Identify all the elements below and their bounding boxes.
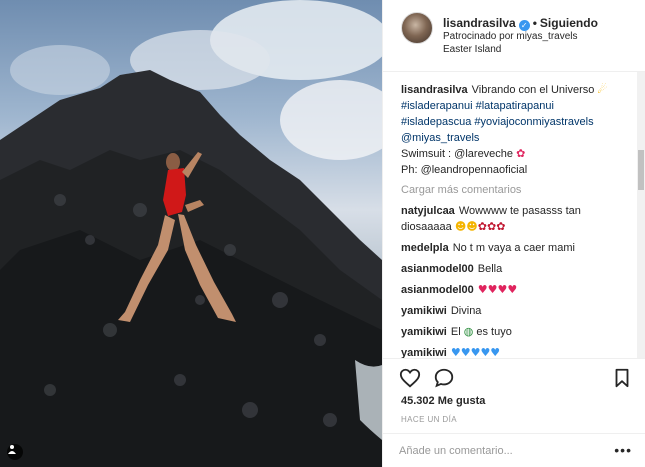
swimsuit-credit: Swimsuit : @lareveche xyxy=(401,148,514,160)
photo-scene xyxy=(0,0,382,467)
verified-badge-icon: ✓ xyxy=(518,20,530,31)
comment-username[interactable]: asianmodel00 xyxy=(401,284,474,296)
post-timestamp: HACE UN DÍA xyxy=(401,415,457,424)
separator-dot: • xyxy=(532,16,537,30)
caption-photo-credit: Ph: @leandropennaoficial xyxy=(401,164,528,176)
post-header: lisandrasilva ✓ • Siguiendo Patrocinado por… xyxy=(383,0,645,72)
comet-icon: ☄ xyxy=(597,83,608,96)
caption-line-1: lisandrasilva Vibrando con el Universo ☄ xyxy=(401,82,626,98)
likes-count[interactable]: 45.302 Me gusta xyxy=(401,395,485,407)
comment-username[interactable]: yamikiwi xyxy=(401,347,447,358)
comment-text: Bella xyxy=(477,263,503,275)
comment-text: Wowwww te pasasss tan xyxy=(458,205,581,217)
post-actions: 45.302 Me gusta HACE UN DÍA ••• xyxy=(383,358,645,459)
caption-hashtags-2[interactable]: #isladepascua #yoviajoconmiyastravels xyxy=(401,114,626,130)
caption-username[interactable]: lisandrasilva xyxy=(401,84,468,96)
hibiscus-icon: ✿ xyxy=(516,147,526,160)
comment-text-cont: diosaaaaa xyxy=(401,221,452,233)
location-link[interactable]: Easter Island xyxy=(443,44,501,55)
comment-item: yamikiwi Divina xyxy=(401,303,626,319)
globe-emoji-icon: ◍ xyxy=(463,325,474,338)
caption-swimsuit: Swimsuit : @lareveche ✿ xyxy=(401,146,626,162)
comments-list[interactable]: lisandrasilva Vibrando con el Universo ☄ … xyxy=(383,72,645,358)
comment-username[interactable]: asianmodel00 xyxy=(401,263,474,275)
comment-icon[interactable] xyxy=(433,367,455,389)
scrollbar-thumb[interactable] xyxy=(638,150,644,190)
comment-item: asianmodel00 Bella xyxy=(401,261,626,277)
comment-input[interactable] xyxy=(399,443,599,459)
follow-status-button[interactable]: Siguiendo xyxy=(540,16,598,30)
sponsored-label: Patrocinado por miyas_travels xyxy=(443,31,578,42)
comment-username[interactable]: yamikiwi xyxy=(401,326,447,338)
avatar[interactable] xyxy=(401,12,433,44)
comment-item: yamikiwi ♥♥♥♥♥ xyxy=(401,345,626,358)
username-link[interactable]: lisandrasilva xyxy=(443,16,516,30)
comment-text: El xyxy=(450,326,461,338)
comments-scrollbar[interactable] xyxy=(637,72,645,358)
rose-emoji-icon: ✿✿✿ xyxy=(477,220,506,233)
heart-icon[interactable] xyxy=(399,367,421,389)
caption-mention[interactable]: @miyas_travels xyxy=(401,130,626,146)
comment-item: medelpla No t m vaya a caer mami xyxy=(401,240,626,256)
post-details-panel: lisandrasilva ✓ • Siguiendo Patrocinado por… xyxy=(382,0,645,467)
more-options-icon[interactable]: ••• xyxy=(614,442,632,458)
bookmark-icon[interactable] xyxy=(611,367,633,389)
tag-people-icon[interactable] xyxy=(7,444,23,460)
comment-text: No t m vaya a caer mami xyxy=(452,242,575,254)
comment-item: asianmodel00 ♥♥♥♥ xyxy=(401,282,626,298)
red-hearts-emoji-icon: ♥♥♥♥ xyxy=(477,283,518,296)
comment-username[interactable]: medelpla xyxy=(401,242,449,254)
comment-item: natyjulcaa Wowwww te pasasss tan diosaaaa… xyxy=(401,203,626,235)
comment-text: Divina xyxy=(450,305,482,317)
blue-hearts-emoji-icon: ♥♥♥♥♥ xyxy=(450,346,501,358)
comment-username[interactable]: natyjulcaa xyxy=(401,205,455,217)
heart-eyes-emoji-icon: ☻☻ xyxy=(454,220,478,233)
header-user-row: lisandrasilva ✓ • Siguiendo xyxy=(443,16,598,31)
load-more-comments-link[interactable]: Cargar más comentarios xyxy=(401,182,626,198)
comment-item: yamikiwi El ◍ es tuyo xyxy=(401,324,626,340)
caption-text: Vibrando con el Universo xyxy=(471,84,595,96)
add-comment-bar: ••• xyxy=(383,433,645,466)
comment-text-cont: es tuyo xyxy=(476,326,512,338)
caption-hashtags-1[interactable]: #isladerapanui #latapatirapanui xyxy=(401,98,626,114)
post-photo[interactable] xyxy=(0,0,382,467)
comment-username[interactable]: yamikiwi xyxy=(401,305,447,317)
